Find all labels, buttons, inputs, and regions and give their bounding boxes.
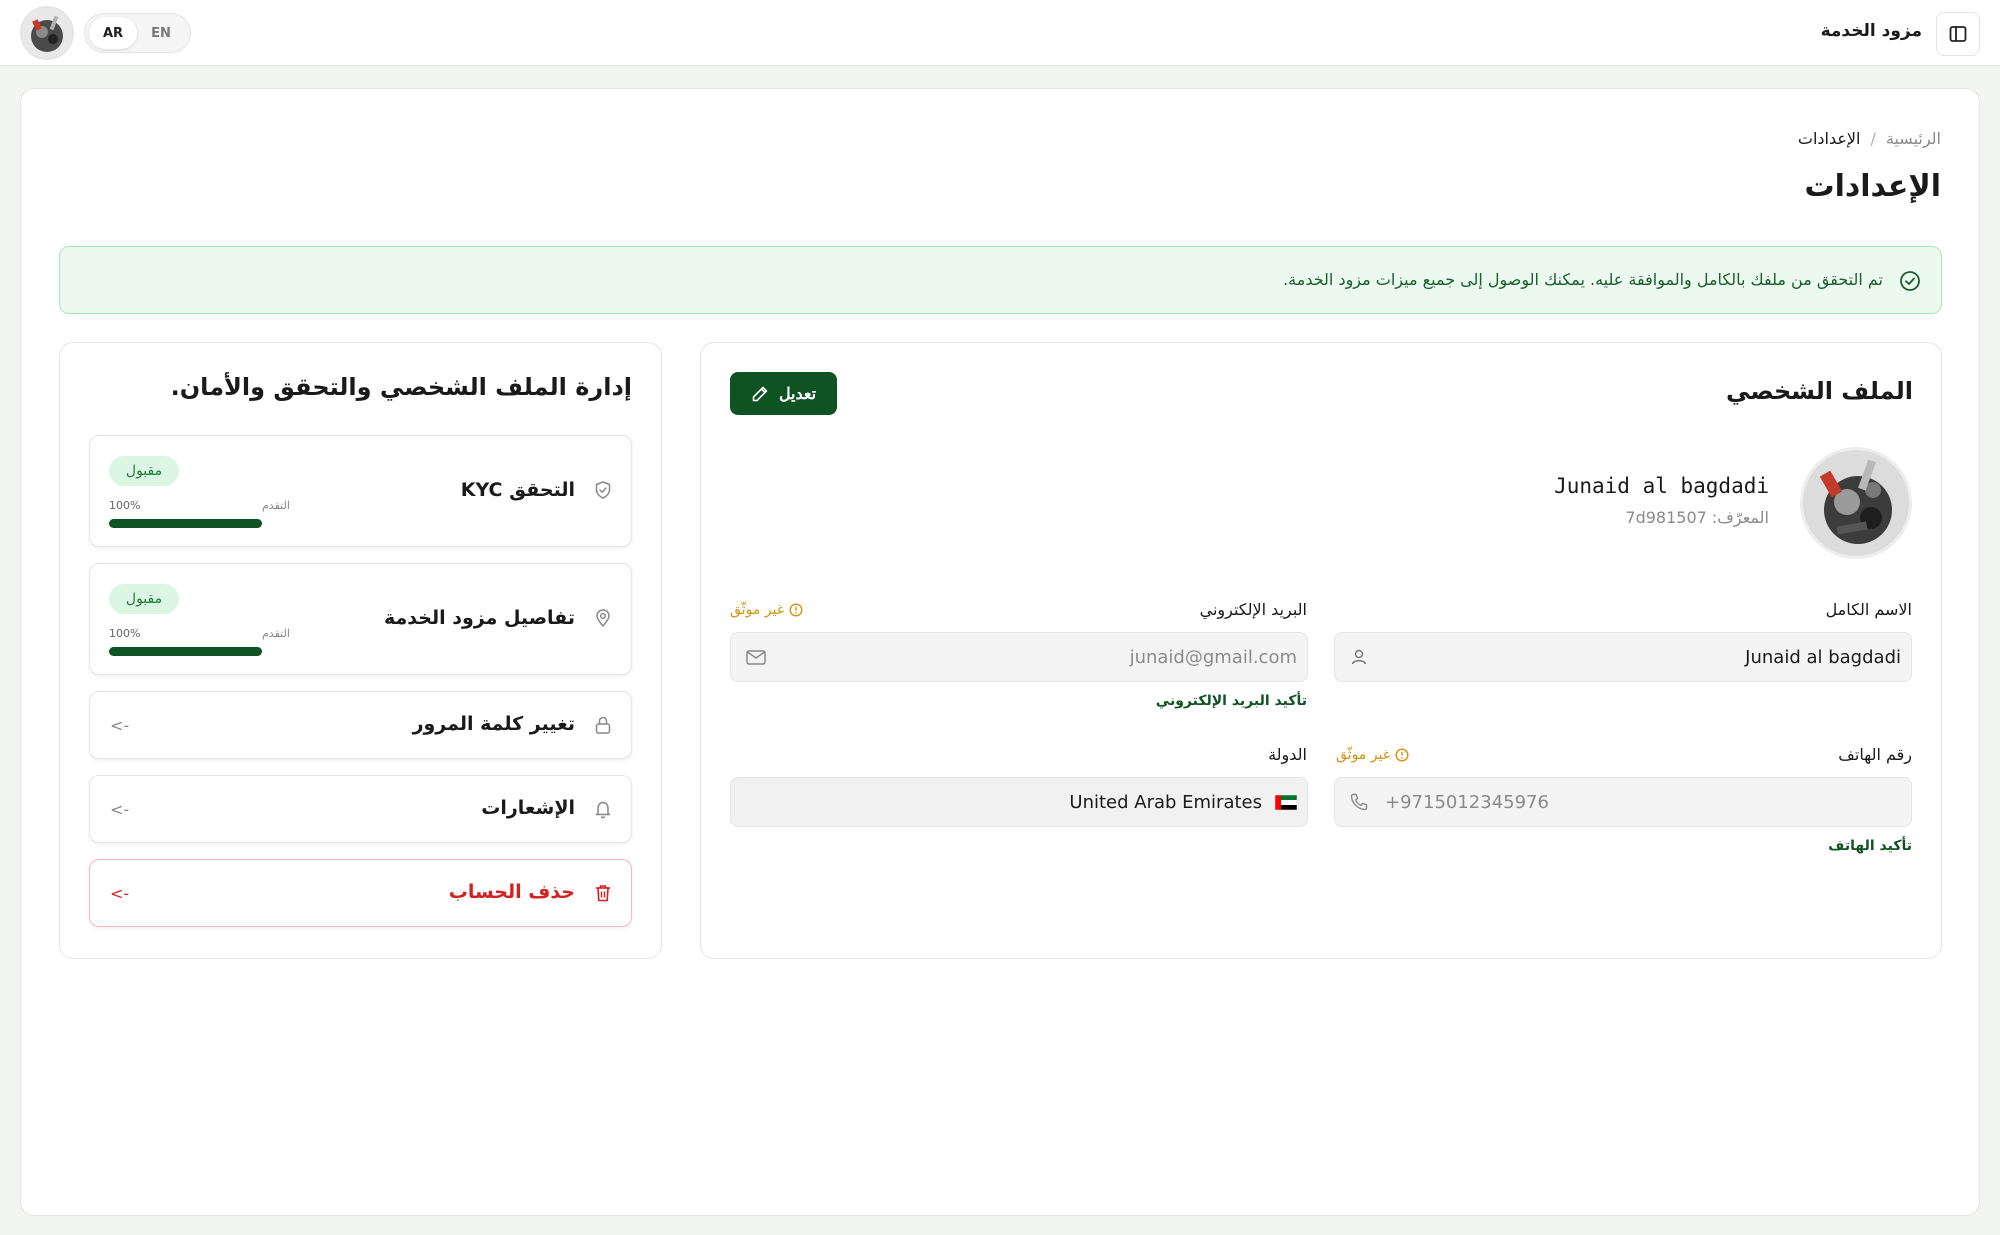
lang-ar-button[interactable]: AR [89, 17, 137, 49]
sidebar-toggle-button[interactable] [1936, 12, 1980, 56]
kyc-progress-label: التقدم [262, 499, 290, 512]
profile-id: المعرّف: 7d981507 [1625, 508, 1769, 527]
bell-icon [595, 801, 611, 819]
email-status-text: غير موثّق [730, 602, 785, 618]
profile-name: Junaid al bagdadi [1554, 474, 1769, 498]
change-password-arrow: <- [110, 716, 130, 735]
kyc-progress-bar [109, 519, 262, 528]
breadcrumb-home-link[interactable]: الرئيسية [1886, 129, 1941, 148]
phone-label: رقم الهاتف [1838, 745, 1912, 764]
profile-avatar [1800, 447, 1912, 559]
page-title: الإعدادات [1804, 169, 1941, 204]
provider-status-badge: مقبول [109, 584, 179, 614]
check-circle-icon [1900, 271, 1920, 291]
language-switch: AR EN [84, 13, 191, 53]
verification-success-alert: تم التحقق من ملفك بالكامل والموافقة عليه… [59, 246, 1942, 314]
full-name-field[interactable]: Junaid al bagdadi [1334, 632, 1912, 682]
full-name-value: Junaid al bagdadi [1745, 647, 1901, 668]
warning-circle-icon [1395, 748, 1409, 762]
account-management-title: إدارة الملف الشخصي والتحقق والأمان. [170, 373, 632, 401]
edit-button-label: تعديل [778, 385, 817, 403]
change-password-label: تغيير كلمة المرور [412, 713, 575, 735]
edit-profile-button[interactable]: تعديل [730, 372, 837, 415]
change-password-item[interactable]: تغيير كلمة المرور <- [89, 691, 632, 759]
trash-icon [596, 885, 610, 902]
provider-progress-label: التقدم [262, 627, 290, 640]
warning-circle-icon [789, 603, 803, 617]
country-select[interactable]: United Arab Emirates [730, 777, 1308, 827]
kyc-status-badge: مقبول [109, 456, 179, 486]
uae-flag-icon [1275, 795, 1297, 810]
breadcrumb: الرئيسية / الإعدادات [1798, 129, 1941, 148]
provider-progress-bar [109, 647, 262, 656]
phone-value: +9715012345976 [1385, 792, 1549, 813]
provider-progress-percent: 100% [109, 627, 141, 640]
notifications-label: الإشعارات [481, 797, 575, 819]
verify-email-link[interactable]: تأكيد البريد الإلكتروني [1156, 693, 1307, 709]
delete-account-item[interactable]: حذف الحساب <- [89, 859, 632, 927]
phone-icon [1350, 793, 1368, 811]
breadcrumb-current: الإعدادات [1797, 129, 1861, 148]
mail-icon [746, 650, 766, 665]
phone-unverified-status: غير موثّق [1336, 747, 1409, 763]
provider-details-label: تفاصيل مزود الخدمة [384, 607, 575, 629]
email-label: البريد الإلكتروني [1199, 600, 1307, 619]
breadcrumb-separator: / [1870, 129, 1876, 148]
kyc-verification-item[interactable]: التحقق KYC مقبول 100% التقدم [89, 435, 632, 547]
profile-card-title: الملف الشخصي [1726, 377, 1913, 405]
pencil-icon [752, 386, 768, 401]
avatar-image-icon [22, 8, 72, 58]
verify-phone-link[interactable]: تأكيد الهاتف [1828, 838, 1912, 854]
shield-check-icon [595, 481, 611, 499]
sidebar-panel-icon [1949, 26, 1967, 42]
delete-account-arrow: <- [110, 884, 130, 903]
phone-status-text: غير موثّق [1336, 747, 1391, 763]
delete-account-label: حذف الحساب [448, 881, 575, 903]
kyc-item-label: التحقق KYC [460, 479, 575, 501]
notifications-item[interactable]: الإشعارات <- [89, 775, 632, 843]
provider-progress-fill [109, 647, 262, 656]
lang-en-button[interactable]: EN [137, 17, 185, 49]
top-bar: مزود الخدمة AR EN [0, 0, 2000, 66]
profile-photo-icon [1803, 450, 1909, 556]
phone-field[interactable]: +9715012345976 [1334, 777, 1912, 827]
profile-card: الملف الشخصي تعديل Junaid al bagdadi الم… [700, 342, 1942, 959]
kyc-progress-percent: 100% [109, 499, 141, 512]
email-value: junaid@gmail.com [1129, 647, 1297, 668]
main-content: الرئيسية / الإعدادات الإعدادات تم التحقق… [20, 88, 1980, 1216]
notifications-arrow: <- [110, 800, 130, 819]
kyc-progress-fill [109, 519, 262, 528]
user-icon [1351, 649, 1367, 665]
email-unverified-status: غير موثّق [730, 602, 803, 618]
app-title: مزود الخدمة [1820, 21, 1922, 41]
user-avatar[interactable] [20, 6, 74, 60]
lock-icon [595, 716, 611, 734]
country-value: United Arab Emirates [1069, 792, 1262, 813]
map-pin-icon [596, 609, 610, 628]
full-name-label: الاسم الكامل [1825, 600, 1912, 619]
email-field[interactable]: junaid@gmail.com [730, 632, 1308, 682]
country-label: الدولة [1268, 745, 1307, 764]
alert-message: تم التحقق من ملفك بالكامل والموافقة عليه… [1283, 270, 1883, 289]
account-management-card: إدارة الملف الشخصي والتحقق والأمان. التح… [59, 342, 662, 959]
provider-details-item[interactable]: تفاصيل مزود الخدمة مقبول 100% التقدم [89, 563, 632, 675]
